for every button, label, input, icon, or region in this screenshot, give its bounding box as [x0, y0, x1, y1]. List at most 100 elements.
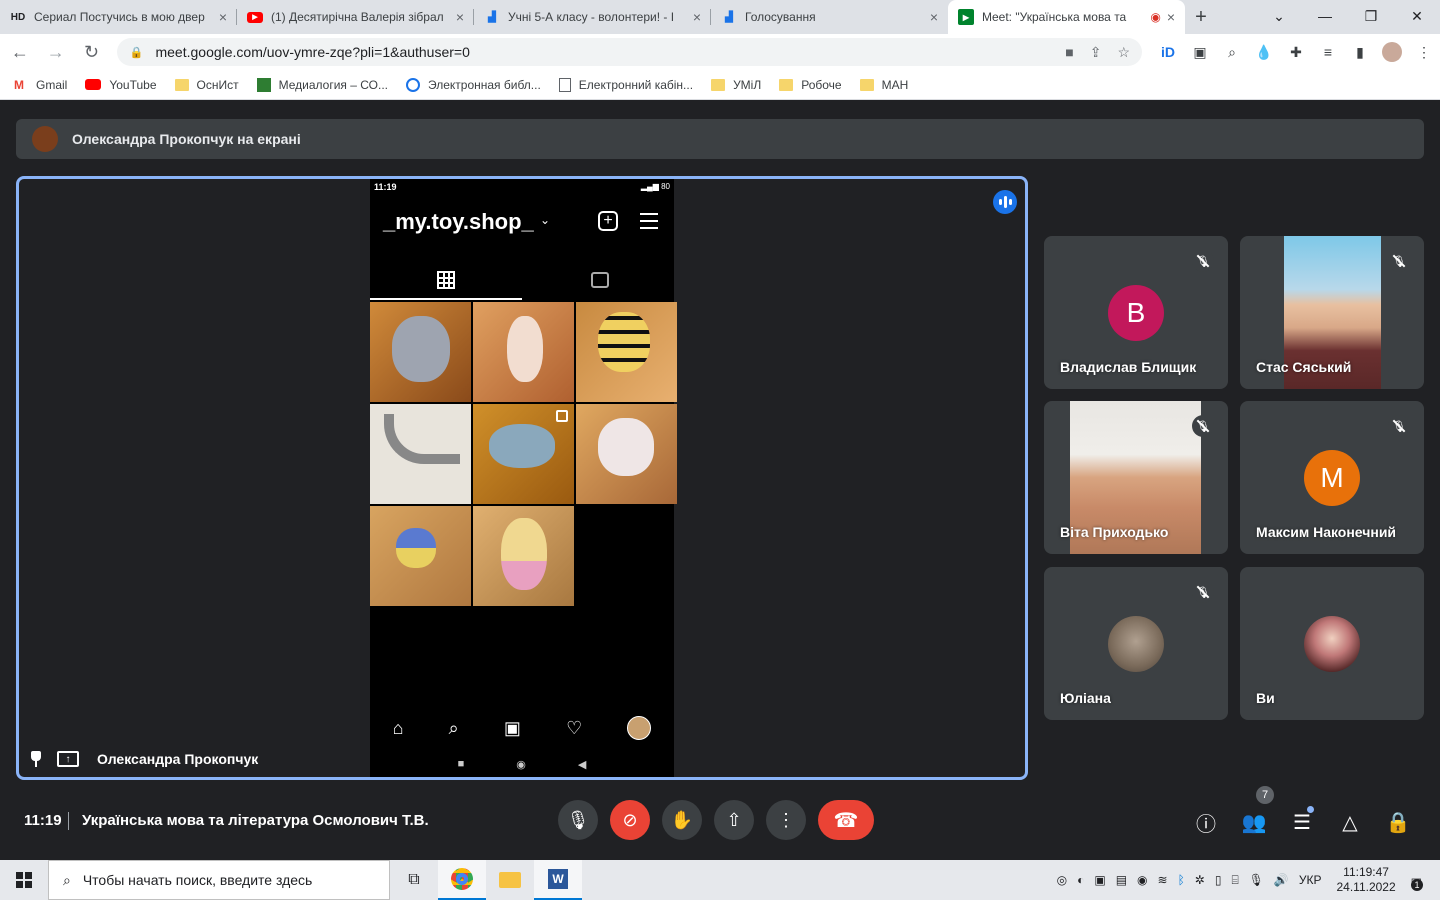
- bookmark-folder[interactable]: УМіЛ: [711, 78, 761, 92]
- notifications-icon[interactable]: ▭1: [1411, 873, 1423, 891]
- bookmark-label: ОснИст: [196, 77, 239, 92]
- task-view-button[interactable]: ⧉: [390, 860, 438, 900]
- sidepanel-icon[interactable]: ▮: [1344, 44, 1376, 61]
- language-indicator[interactable]: УКР: [1299, 873, 1322, 887]
- pin-icon[interactable]: [29, 751, 43, 767]
- back-icon[interactable]: ←: [4, 42, 36, 63]
- participant-tile[interactable]: 🎙 Юліана: [1044, 567, 1228, 720]
- participant-tile[interactable]: М 🎙 Максим Наконечний: [1240, 401, 1424, 554]
- taskbar-search-box[interactable]: ⌕ Чтобы начать поиск, введите здесь: [48, 860, 390, 900]
- extension-icon[interactable]: iD: [1152, 44, 1184, 60]
- microphone-icon: 🎙: [566, 809, 590, 830]
- tab-title: (1) Десятирічна Валерія зібрал: [271, 10, 444, 24]
- extension-drop-icon[interactable]: 💧: [1248, 44, 1280, 61]
- divider: [68, 812, 69, 830]
- tab-search-icon[interactable]: ⌄: [1256, 0, 1302, 32]
- microphone-icon[interactable]: 🎙: [1249, 873, 1264, 887]
- bookmark-site[interactable]: Медиалогия – СО...: [256, 77, 388, 92]
- minimize-icon[interactable]: —: [1302, 0, 1348, 32]
- folder-icon: [779, 78, 794, 91]
- wifi-icon[interactable]: ≋: [1158, 873, 1168, 887]
- tray-icon[interactable]: ◉: [1137, 873, 1147, 887]
- android-nav-bar: ■ ◉ ◀: [370, 751, 674, 777]
- activities-button[interactable]: △: [1338, 810, 1362, 834]
- bookmark-gmail[interactable]: M Gmail: [14, 78, 67, 92]
- notification-count: 1: [1411, 879, 1423, 891]
- meeting-info-button[interactable]: ⓘ: [1194, 810, 1218, 836]
- file-explorer-button[interactable]: [486, 860, 534, 900]
- back-triangle-icon: ◀: [577, 758, 587, 771]
- post-thumbnail: [473, 404, 574, 504]
- tray-icon[interactable]: ▣: [1094, 873, 1105, 887]
- url-bar[interactable]: 🔒 meet.google.com/uov-ymre-zqe?pli=1&aut…: [117, 38, 1142, 66]
- phone-bottom-nav: ⌂ ⌕ ▣ ♡: [370, 709, 674, 747]
- taskbar-clock[interactable]: 11:19:47 24.11.2022: [1336, 865, 1395, 895]
- bluetooth-icon[interactable]: ᛒ: [1178, 873, 1185, 887]
- bookmark-site[interactable]: Электронная библ...: [405, 77, 541, 92]
- start-button[interactable]: [0, 860, 48, 900]
- restore-icon[interactable]: ❐: [1348, 0, 1394, 32]
- present-button[interactable]: ⇧: [714, 800, 754, 840]
- chat-button[interactable]: ☰: [1290, 810, 1314, 834]
- chrome-taskbar-button[interactable]: [438, 860, 486, 900]
- post-thumbnail: [370, 302, 471, 402]
- participant-tile-self[interactable]: Ви: [1240, 567, 1424, 720]
- network-icon[interactable]: ✲: [1195, 873, 1205, 887]
- word-taskbar-button[interactable]: W: [534, 860, 582, 900]
- media-icon[interactable]: ≡: [1312, 44, 1344, 60]
- participant-tile[interactable]: 🎙 Віта Приходько: [1044, 401, 1228, 554]
- participant-tile[interactable]: 🎙 Стас Сяський: [1240, 236, 1424, 389]
- bookmark-folder[interactable]: ОснИст: [174, 77, 239, 92]
- chrome-tray-icon[interactable]: ◎: [1057, 873, 1067, 887]
- close-icon[interactable]: ×: [219, 9, 227, 25]
- camera-blocked-icon[interactable]: ■: [1065, 44, 1073, 60]
- battery-icon[interactable]: ▯: [1215, 873, 1222, 887]
- close-icon[interactable]: ×: [693, 9, 701, 25]
- chat-icon: ☰: [1293, 811, 1311, 834]
- browser-tab-1[interactable]: HD Сериал Постучись в мою двер ×: [0, 0, 237, 34]
- tab-title: Meet: "Українська мова та: [982, 10, 1127, 24]
- close-window-icon[interactable]: ✕: [1394, 0, 1440, 32]
- bookmark-doc[interactable]: Електронний кабін...: [558, 77, 693, 92]
- browser-tab-3[interactable]: ▟ Учні 5-А класу - волонтери! - I ×: [474, 0, 711, 34]
- forward-icon[interactable]: →: [40, 42, 72, 63]
- browser-tab-4[interactable]: ▟ Голосування ×: [711, 0, 948, 34]
- bookmark-label: УМіЛ: [733, 77, 762, 92]
- camera-off-icon: ⊘: [622, 809, 638, 830]
- tab-title: Голосування: [745, 10, 816, 24]
- toy-image: [501, 518, 547, 590]
- close-icon[interactable]: ×: [456, 9, 464, 25]
- share-icon[interactable]: ⇪: [1090, 44, 1102, 61]
- close-icon[interactable]: ×: [930, 9, 938, 25]
- leave-call-button[interactable]: ☎: [818, 800, 874, 840]
- camera-off-button[interactable]: ⊘: [610, 800, 650, 840]
- bookmark-folder[interactable]: Робоче: [779, 78, 842, 92]
- bookmark-star-icon[interactable]: ☆: [1117, 44, 1130, 61]
- new-tab-button[interactable]: +: [1185, 0, 1217, 34]
- mic-off-icon: 🎙: [1192, 581, 1214, 603]
- tray-icon[interactable]: ◐: [1077, 873, 1084, 887]
- bookmark-folder[interactable]: МАН: [859, 78, 908, 92]
- mic-button[interactable]: 🎙: [558, 800, 598, 840]
- folder-icon: [174, 78, 189, 91]
- close-icon[interactable]: ×: [1167, 9, 1175, 25]
- bookmark-youtube[interactable]: YouTube: [85, 78, 157, 92]
- extension-icon[interactable]: ⌕: [1216, 44, 1248, 61]
- more-options-button[interactable]: ⋮: [766, 800, 806, 840]
- extension-icon[interactable]: ▣: [1184, 44, 1216, 61]
- volume-icon[interactable]: 🔊: [1274, 873, 1289, 887]
- reload-icon[interactable]: ↻: [76, 42, 108, 63]
- more-vert-icon: ⋮: [777, 809, 795, 830]
- puzzle-icon[interactable]: ✚: [1280, 44, 1312, 61]
- kebab-menu-icon[interactable]: ⋮: [1408, 44, 1440, 61]
- tray-icon[interactable]: ▤: [1116, 873, 1127, 887]
- presentation-stage[interactable]: 11:19 ▂▄▆ 80 _my.toy.shop_ ⌄ + ⌂ ⌕ ▣ ♡ ■…: [16, 176, 1028, 780]
- browser-tab-5-active[interactable]: ▶ Meet: "Українська мова та ◉ ×: [948, 0, 1185, 34]
- participant-tile[interactable]: В 🎙 Владислав Блищик: [1044, 236, 1228, 389]
- browser-tab-2[interactable]: ▶ (1) Десятирічна Валерія зібрал ×: [237, 0, 474, 34]
- people-button[interactable]: 👥: [1242, 810, 1267, 834]
- profile-avatar[interactable]: [1382, 42, 1402, 62]
- host-controls-button[interactable]: 🔒: [1386, 810, 1411, 834]
- tray-icon[interactable]: ⌸: [1231, 873, 1238, 888]
- raise-hand-button[interactable]: ✋: [662, 800, 702, 840]
